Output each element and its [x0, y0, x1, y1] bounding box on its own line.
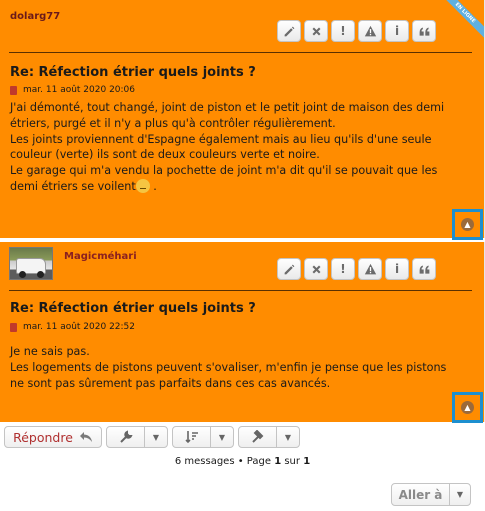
post-divider: [9, 290, 472, 291]
post-date: mar. 11 août 2020 20:06: [10, 85, 135, 95]
edit-button[interactable]: [277, 20, 301, 42]
chevron-down-icon: ▼: [456, 490, 464, 499]
post-line: étriers, purgé et il n'y a plus qu'à con…: [10, 116, 336, 130]
total-pages: 1: [303, 456, 311, 467]
report-button[interactable]: !: [331, 20, 355, 42]
edit-button[interactable]: [277, 258, 301, 280]
wrench-icon: [119, 430, 133, 443]
back-to-top-button[interactable]: ▲: [452, 392, 483, 423]
post-divider: [9, 52, 472, 53]
post-line-text: demi étriers se voilent: [10, 179, 136, 193]
sort-dropdown[interactable]: ▼: [172, 426, 234, 448]
post-title[interactable]: Re: Réfection étrier quels joints ?: [10, 301, 256, 316]
thinking-emoji-icon: [135, 178, 150, 193]
pencil-icon: [284, 26, 294, 36]
post-line: Le garage qui m'a vendu la pochette de j…: [10, 164, 438, 178]
exclamation-icon: !: [340, 24, 346, 38]
chevron-up-icon: ▲: [461, 218, 474, 231]
exclamation-icon: !: [340, 262, 346, 276]
post-date: mar. 11 août 2020 22:52: [10, 322, 135, 332]
post-date-text: mar. 11 août 2020 20:06: [23, 85, 136, 95]
times-icon: [312, 265, 320, 273]
moderation-dropdown[interactable]: ▼: [238, 426, 300, 448]
topic-toolbar: Répondre ▼ ▼ ▼: [4, 426, 300, 448]
online-badge: EN LIGNE: [444, 0, 484, 40]
warn-button[interactable]: [358, 258, 382, 280]
post-author[interactable]: Magicméhari: [64, 251, 137, 262]
reply-label: Répondre: [13, 429, 73, 445]
reply-button[interactable]: Répondre: [4, 426, 102, 448]
info-icon: i: [394, 24, 400, 38]
post-line-end: .: [149, 179, 157, 193]
chevron-up-icon: ▲: [461, 401, 474, 414]
delete-button[interactable]: [304, 258, 328, 280]
delete-button[interactable]: [304, 20, 328, 42]
chevron-down-icon: ▼: [218, 432, 226, 442]
post-content: J'ai démonté, tout changé, joint de pist…: [10, 100, 470, 195]
quote-button[interactable]: [412, 258, 436, 280]
post-actions: ! i: [277, 258, 436, 280]
pagination: 6 messages • Page 1 sur 1: [0, 456, 485, 467]
post-file-icon[interactable]: [10, 322, 17, 332]
info-icon: i: [394, 262, 400, 276]
post-line: ne sont pas sûrement pas parfaits dans c…: [10, 376, 331, 390]
post-author[interactable]: dolarg77: [10, 11, 60, 22]
info-button[interactable]: i: [385, 258, 409, 280]
message-count: 6 messages • Page: [174, 456, 275, 467]
post-actions: ! i: [277, 20, 436, 42]
warning-icon: [364, 263, 376, 274]
report-button[interactable]: !: [331, 258, 355, 280]
jump-to-dropdown[interactable]: Aller à ▼: [391, 483, 471, 506]
post-line: J'ai démonté, tout changé, joint de pist…: [10, 101, 445, 114]
times-icon: [312, 27, 320, 35]
page-of: sur: [281, 456, 304, 467]
warning-icon: [364, 25, 376, 36]
quote-button[interactable]: [412, 20, 436, 42]
post-line: Les logements de pistons peuvent s'ovali…: [10, 360, 447, 374]
back-to-top-button[interactable]: ▲: [452, 209, 483, 240]
gavel-icon: [251, 430, 263, 443]
quote-icon: [419, 26, 429, 36]
post-title[interactable]: Re: Réfection étrier quels joints ?: [10, 65, 256, 80]
post-file-icon[interactable]: [10, 85, 17, 95]
reply-arrow-icon: [79, 432, 92, 442]
avatar[interactable]: [9, 247, 53, 280]
post-line: Je ne sais pas.: [10, 345, 90, 358]
post-content: Je ne sais pas. Les logements de pistons…: [10, 344, 470, 391]
chevron-down-icon: ▼: [152, 432, 160, 442]
tools-dropdown[interactable]: ▼: [106, 426, 168, 448]
info-button[interactable]: i: [385, 20, 409, 42]
warn-button[interactable]: [358, 20, 382, 42]
post-date-text: mar. 11 août 2020 22:52: [23, 322, 136, 332]
sort-icon: [184, 431, 198, 444]
post-line: demi étriers se voilent .: [10, 178, 470, 195]
post-line: Les joints proviennent d'Espagne égaleme…: [10, 132, 432, 146]
jump-label: Aller à: [392, 484, 450, 505]
chevron-down-icon: ▼: [284, 432, 292, 442]
pencil-icon: [284, 264, 294, 274]
quote-icon: [419, 264, 429, 274]
post-line: couleur (verte) ils sont de deux couleur…: [10, 148, 320, 162]
